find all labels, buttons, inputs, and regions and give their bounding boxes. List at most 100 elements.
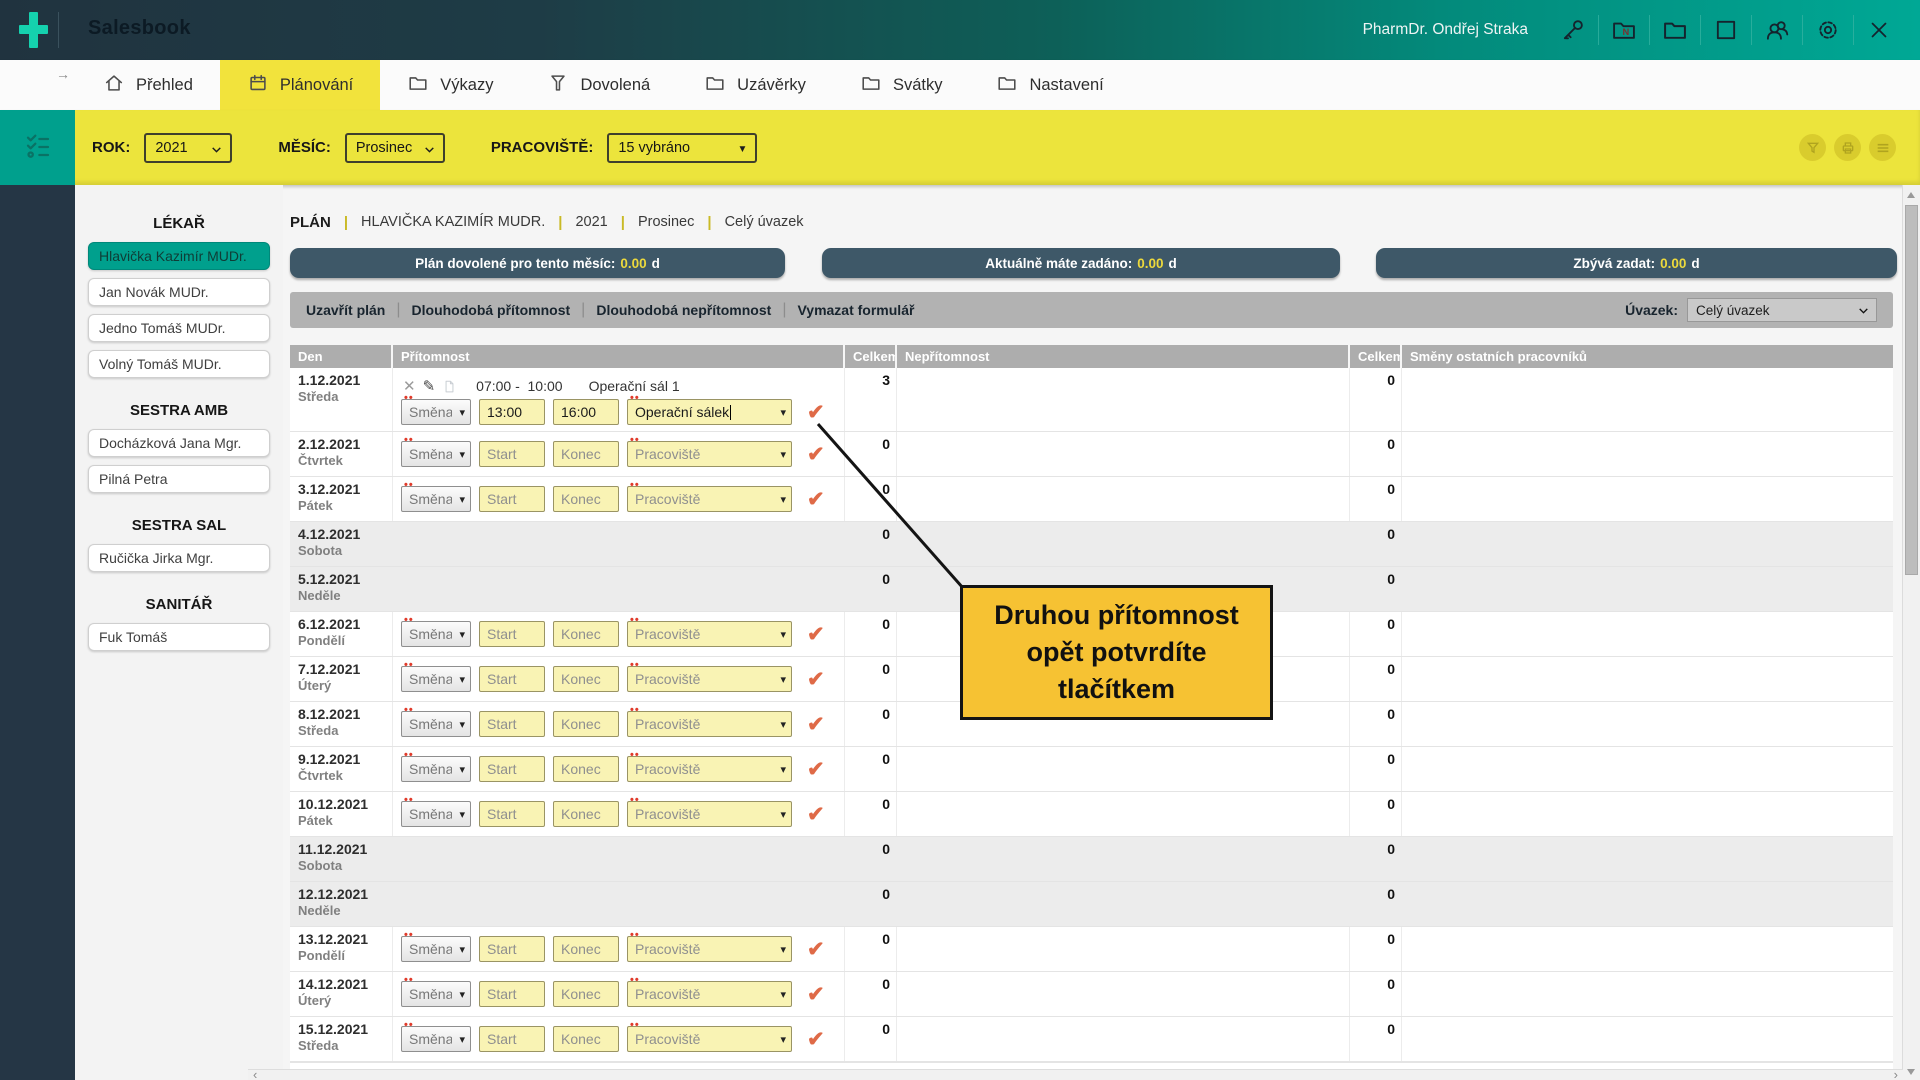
toolbar-action[interactable]: Vymazat formulář [797,302,914,318]
required-marker: •• [404,929,414,941]
workplace-select[interactable]: •• Pracoviště ▾ [627,974,792,1007]
workplace-select[interactable]: •• Pracoviště ▾ [627,749,792,782]
shift-select[interactable]: •• Směna ▾ [401,794,471,827]
shift-select[interactable]: •• Směna ▾ [401,749,471,782]
shift-select[interactable]: •• Směna ▾ [401,929,471,962]
start-time-input[interactable]: Start [479,666,545,692]
shift-select[interactable]: •• Směna ▾ [401,614,471,647]
edit-entry-icon[interactable]: ✎ [423,377,436,395]
settings-icon[interactable] [1812,16,1844,44]
tab-dovolena[interactable]: Dovolená [520,60,677,110]
confirm-check-button[interactable]: ✔ [807,802,825,827]
confirm-check-button[interactable]: ✔ [807,757,825,782]
end-time-input[interactable]: Konec [553,756,619,782]
start-time-input[interactable]: Start [479,936,545,962]
confirm-check-button[interactable]: ✔ [807,622,825,647]
confirm-check-button[interactable]: ✔ [807,1027,825,1052]
workplace-select[interactable]: •• Pracoviště ▾ [627,434,792,467]
sidebar-toggle-button[interactable] [0,110,75,185]
maximize-icon[interactable] [1710,16,1742,44]
sidebar-item-staff[interactable]: Jan Novák MUDr. [88,278,270,306]
shift-select[interactable]: •• Směna ▾ [401,479,471,512]
sidebar-item-staff[interactable]: Jedno Tomáš MUDr. [88,314,270,342]
scroll-down-arrow-icon[interactable] [1907,1069,1915,1075]
start-time-input[interactable]: Start [479,621,545,647]
workplace-select[interactable]: •• Pracoviště ▾ [627,659,792,692]
workplace-select[interactable]: •• Pracoviště ▾ [627,1019,792,1052]
shift-select[interactable]: •• Směna ▾ [401,659,471,692]
start-time-input[interactable]: Start [479,441,545,467]
horizontal-scrollbar[interactable]: ‹ › [248,1067,1903,1080]
scroll-right-arrow-icon[interactable]: › [1894,1067,1898,1080]
shift-select[interactable]: •• Směna ▾ [401,434,471,467]
confirm-check-button[interactable]: ✔ [807,937,825,962]
uvazek-select[interactable]: Celý úvazek [1687,298,1877,322]
end-time-input[interactable]: Konec [553,666,619,692]
caret-down-icon: ▾ [780,493,786,506]
key-icon[interactable] [1557,16,1589,44]
sidebar-item-staff[interactable]: Volný Tomáš MUDr. [88,350,270,378]
end-time-input[interactable]: 16:00 [553,399,619,425]
start-time-input[interactable]: Start [479,486,545,512]
workplace-select[interactable]: •• Pracoviště ▾ [627,704,792,737]
end-time-input[interactable]: Konec [553,711,619,737]
start-time-input[interactable]: Start [479,1026,545,1052]
shift-select[interactable]: •• Směna ▾ [401,974,471,1007]
confirm-check-button[interactable]: ✔ [807,667,825,692]
start-time-input[interactable]: Start [479,756,545,782]
close-icon[interactable] [1863,17,1895,43]
month-select[interactable]: Prosinec [344,132,445,163]
shift-select[interactable]: •• Směna ▾ [401,392,471,425]
end-time-input[interactable]: Konec [553,441,619,467]
workplace-select[interactable]: •• Pracoviště ▾ [627,794,792,827]
folder-n-icon[interactable]: N [1608,16,1640,44]
end-time-input[interactable]: Konec [553,936,619,962]
tab-uzaverky[interactable]: Uzávěrky [677,60,833,110]
folder-icon[interactable] [1659,16,1691,44]
start-time-input[interactable]: Start [479,981,545,1007]
confirm-check-button[interactable]: ✔ [807,487,825,512]
start-time-input[interactable]: Start [479,711,545,737]
start-time-input[interactable]: Start [479,801,545,827]
filter-icon-button[interactable] [1799,134,1826,161]
scroll-up-arrow-icon[interactable] [1907,192,1915,198]
sidebar-item-staff[interactable]: Pilná Petra [88,465,270,493]
end-time-input[interactable]: Konec [553,486,619,512]
tab-prehled[interactable]: Přehled [76,60,220,110]
collapse-arrow-icon[interactable]: → [56,66,70,82]
sidebar-item-staff[interactable]: Hlavička Kazimír MUDr. [88,242,270,270]
workplace-select[interactable]: •• Pracoviště ▾ [627,479,792,512]
workplace-filter-select[interactable]: 15 vybráno ▼ [607,132,758,163]
workplace-select[interactable]: •• Pracoviště ▾ [627,929,792,962]
toolbar-action[interactable]: Dlouhodobá nepřítomnost [596,302,771,318]
sidebar-item-staff[interactable]: Docházková Jana Mgr. [88,429,270,457]
end-time-input[interactable]: Konec [553,621,619,647]
tab-svatky[interactable]: Svátky [833,60,970,110]
tab-vykazy[interactable]: Výkazy [380,60,520,110]
tab-planovani[interactable]: Plánování [219,60,381,110]
toolbar-action[interactable]: Dlouhodobá přítomnost [412,302,571,318]
year-select[interactable]: 2021 [144,132,233,163]
shift-select[interactable]: •• Směna ▾ [401,704,471,737]
confirm-check-button[interactable]: ✔ [807,442,825,467]
end-time-input[interactable]: Konec [553,1026,619,1052]
users-icon[interactable] [1761,16,1793,44]
confirm-check-button[interactable]: ✔ [807,400,825,425]
vertical-scrollbar-thumb[interactable] [1905,205,1918,575]
tab-nastaveni[interactable]: Nastavení [969,60,1130,110]
sidebar-item-staff[interactable]: Ručička Jirka Mgr. [88,544,270,572]
print-button[interactable] [1834,134,1861,161]
menu-button[interactable] [1869,134,1896,161]
toolbar-action[interactable]: Uzavřít plán [306,302,385,318]
workplace-select[interactable]: •• Operační sálek ▾ [627,392,792,425]
vertical-scrollbar[interactable] [1902,185,1920,1080]
confirm-check-button[interactable]: ✔ [807,982,825,1007]
scroll-left-arrow-icon[interactable]: ‹ [253,1067,257,1080]
start-time-input[interactable]: 13:00 [479,399,545,425]
end-time-input[interactable]: Konec [553,981,619,1007]
workplace-select[interactable]: •• Pracoviště ▾ [627,614,792,647]
shift-select[interactable]: •• Směna ▾ [401,1019,471,1052]
end-time-input[interactable]: Konec [553,801,619,827]
sidebar-item-staff[interactable]: Fuk Tomáš [88,623,270,651]
confirm-check-button[interactable]: ✔ [807,712,825,737]
